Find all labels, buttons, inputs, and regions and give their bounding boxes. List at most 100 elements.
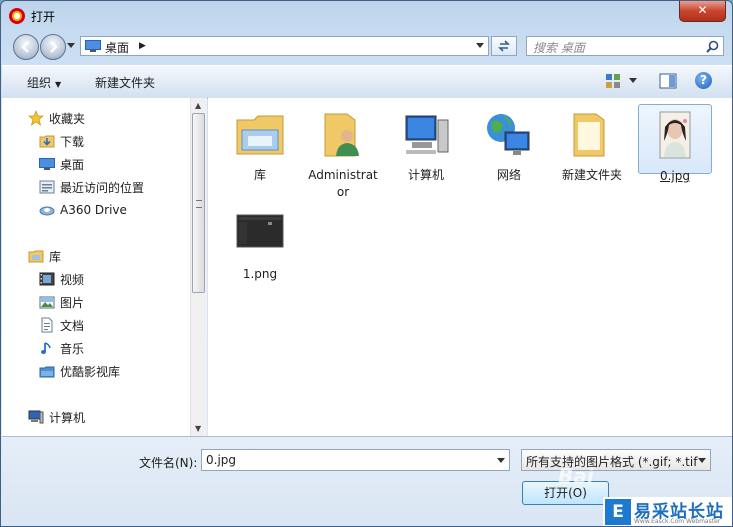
back-button[interactable] [13, 34, 39, 60]
nav-item-label: 视频 [60, 272, 85, 287]
video-library-icon [39, 366, 55, 378]
nav-item-music[interactable]: 音乐 [39, 338, 84, 358]
navigation-scrollbar[interactable]: ▲ ▼ [190, 98, 207, 436]
music-icon [41, 342, 51, 354]
nav-item-label: 下载 [60, 134, 85, 149]
file-name: 库 [253, 168, 266, 182]
nav-item-label: 文档 [60, 318, 85, 333]
file-item-selected[interactable]: 0.jpg [638, 104, 712, 183]
file-item[interactable]: 网络 [472, 104, 546, 184]
back-arrow-icon [21, 41, 29, 53]
scrollbar-thumb[interactable] [192, 113, 205, 293]
address-bar[interactable]: 桌面 ▶ [80, 36, 489, 56]
view-options-dropdown-icon[interactable] [629, 78, 637, 83]
file-item[interactable]: 1.png [223, 203, 297, 283]
preview-pane-icon[interactable] [659, 73, 677, 89]
scroll-up-icon[interactable]: ▲ [195, 101, 201, 110]
file-type-value: 所有支持的图片格式 (*.gif; *.tif [526, 455, 698, 469]
user-folder-icon [324, 113, 359, 157]
file-list: 库 Administrator 计算机 网络 新建文件夹 0.jpg 1.png [208, 98, 732, 436]
nav-libraries-label: 库 [49, 249, 62, 264]
organize-label: 组织 [27, 76, 52, 90]
command-bar: 组织 ▼ 新建文件夹 ? [2, 65, 732, 99]
nav-item-a360-drive[interactable]: A360 Drive [39, 200, 127, 220]
open-dialog: 打开 ✕ 桌面 ▶ 搜索 桌面 组织 ▼ 新建文件夹 ? 收藏夹 下载 桌面 最… [0, 0, 733, 527]
downloads-folder-icon [39, 135, 55, 148]
scroll-down-icon[interactable]: ▼ [195, 424, 201, 433]
refresh-button[interactable] [491, 36, 517, 56]
change-view-icon[interactable] [605, 73, 621, 89]
nav-item-label: 音乐 [60, 341, 85, 356]
nav-item-label: 优酷影视库 [60, 364, 121, 379]
nav-computer[interactable]: 计算机 [28, 407, 85, 427]
filename-dropdown-icon[interactable] [497, 458, 505, 463]
image-thumbnail [659, 111, 691, 159]
close-icon: ✕ [697, 3, 708, 17]
nav-computer-label: 计算机 [49, 410, 86, 425]
nav-item-videos[interactable]: 视频 [39, 269, 84, 289]
title-bar: 打开 ✕ [1, 1, 732, 31]
address-dropdown-icon[interactable] [476, 43, 484, 48]
nav-libraries[interactable]: 库 [28, 246, 61, 266]
folder-icon [573, 113, 605, 157]
library-folder-icon [236, 115, 284, 155]
app-icon [9, 8, 25, 24]
recent-pages-dropdown-icon[interactable] [67, 43, 75, 49]
nav-item-label: A360 Drive [60, 203, 127, 217]
nav-favorites-label: 收藏夹 [49, 111, 86, 126]
site-watermark: E 易采站长站 Www.Easck.Com Webmaster [603, 497, 732, 526]
refresh-icon [498, 40, 510, 52]
pictures-icon [39, 296, 55, 309]
search-input[interactable]: 搜索 桌面 [526, 36, 724, 56]
file-item[interactable]: 新建文件夹 [555, 104, 629, 184]
navigation-pane: 收藏夹 下载 桌面 最近访问的位置 A360 Drive 库 视频 图片 文档 … [2, 98, 190, 436]
file-type-dropdown-icon[interactable] [698, 458, 706, 463]
file-name: 网络 [496, 168, 521, 182]
forward-arrow-icon [50, 41, 58, 53]
organize-dropdown-icon: ▼ [55, 80, 62, 89]
watermark-subtext: Www.Easck.Com Webmaster [634, 518, 721, 525]
search-icon[interactable] [706, 40, 719, 53]
baidu-watermark-logo: Bai [558, 464, 594, 488]
forward-button[interactable] [40, 34, 66, 60]
cloud-drive-icon [39, 206, 55, 216]
file-name: 1.png [242, 267, 278, 281]
file-item[interactable]: 库 [223, 104, 297, 184]
file-item[interactable]: 计算机 [389, 104, 463, 184]
file-name: 计算机 [407, 168, 444, 182]
close-button[interactable]: ✕ [679, 1, 726, 22]
file-item[interactable]: Administrator [306, 104, 380, 201]
file-name: 新建文件夹 [561, 168, 622, 182]
watermark-logo: E [605, 499, 631, 525]
filename-value: 0.jpg [206, 453, 237, 467]
nav-item-label: 图片 [60, 295, 85, 310]
breadcrumb-chevron-icon[interactable]: ▶ [139, 41, 146, 51]
network-icon [487, 114, 530, 155]
nav-item-youku-library[interactable]: 优酷影视库 [39, 361, 120, 381]
desktop-icon [85, 40, 101, 52]
window-title: 打开 [31, 10, 56, 24]
new-folder-button[interactable]: 新建文件夹 [95, 74, 155, 91]
screenshot-thumbnail [236, 214, 284, 248]
file-name: 0.jpg [659, 169, 691, 183]
desktop-icon [39, 158, 55, 170]
breadcrumb-desktop[interactable]: 桌面 [105, 39, 129, 56]
scrollbar-grip [196, 200, 202, 208]
nav-item-documents[interactable]: 文档 [39, 315, 84, 335]
documents-icon [41, 317, 53, 333]
nav-item-downloads[interactable]: 下载 [39, 131, 84, 151]
nav-favorites[interactable]: 收藏夹 [28, 108, 85, 128]
recent-places-icon [39, 180, 55, 194]
file-type-select[interactable]: 所有支持的图片格式 (*.gif; *.tif [521, 449, 711, 471]
video-icon [39, 272, 55, 286]
filename-input[interactable]: 0.jpg [201, 449, 510, 471]
nav-item-label: 桌面 [60, 157, 85, 172]
nav-item-desktop[interactable]: 桌面 [39, 154, 84, 174]
nav-item-recent-places[interactable]: 最近访问的位置 [39, 177, 144, 197]
organize-menu[interactable]: 组织 ▼ [27, 74, 61, 91]
nav-item-pictures[interactable]: 图片 [39, 292, 84, 312]
computer-icon [405, 115, 449, 154]
star-icon [28, 110, 44, 126]
nav-item-label: 最近访问的位置 [60, 180, 145, 195]
help-icon[interactable]: ? [695, 72, 712, 89]
